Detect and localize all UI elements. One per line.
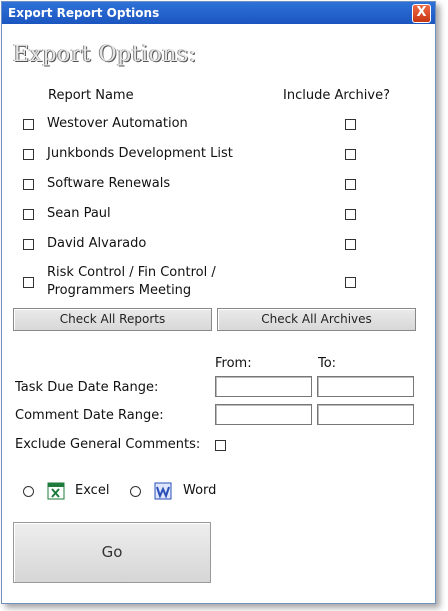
task-due-from-input[interactable]	[215, 376, 312, 397]
from-column-label: From:	[215, 356, 252, 371]
archive-checkbox-risk-control-meeting[interactable]	[345, 277, 356, 288]
archive-checkbox-software-renewals[interactable]	[345, 179, 356, 190]
archive-checkbox-westover-automation[interactable]	[345, 119, 356, 130]
include-archive-column-header: Include Archive?	[283, 88, 390, 103]
excel-label: Excel	[75, 483, 110, 498]
archive-checkbox-david-alvarado[interactable]	[345, 239, 356, 250]
report-checkbox-junkbonds-development-list[interactable]	[23, 149, 34, 160]
excel-radio[interactable]	[23, 486, 34, 497]
report-label: Risk Control / Fin Control / Programmers…	[47, 265, 216, 298]
export-report-options-window: Export Report Options X Export Options: …	[1, 1, 436, 604]
exclude-general-comments-label: Exclude General Comments:	[15, 437, 201, 452]
close-button[interactable]: X	[412, 4, 431, 23]
comment-to-input[interactable]	[317, 404, 414, 425]
word-icon	[154, 482, 172, 500]
task-due-to-input[interactable]	[317, 376, 414, 397]
export-options-heading: Export Options:	[13, 42, 197, 67]
word-label: Word	[183, 483, 217, 498]
title-bar: Export Report Options X	[2, 2, 435, 24]
go-button[interactable]: Go	[13, 522, 211, 583]
report-label: Software Renewals	[47, 176, 171, 191]
report-checkbox-software-renewals[interactable]	[23, 179, 34, 190]
window-title: Export Report Options	[8, 6, 160, 20]
comment-from-input[interactable]	[215, 404, 312, 425]
report-checkbox-david-alvarado[interactable]	[23, 239, 34, 250]
word-radio[interactable]	[130, 486, 141, 497]
report-checkbox-risk-control-meeting[interactable]	[23, 277, 34, 288]
excel-icon	[47, 482, 65, 500]
archive-checkbox-junkbonds-development-list[interactable]	[345, 149, 356, 160]
report-label: Sean Paul	[47, 206, 111, 221]
exclude-general-comments-checkbox[interactable]	[215, 440, 226, 451]
report-name-column-header: Report Name	[48, 88, 134, 103]
comment-date-range-label: Comment Date Range:	[15, 408, 164, 423]
check-all-archives-button[interactable]: Check All Archives	[217, 308, 416, 331]
report-checkbox-westover-automation[interactable]	[23, 119, 34, 130]
check-all-reports-button[interactable]: Check All Reports	[13, 308, 212, 331]
report-label: Westover Automation	[47, 116, 188, 131]
report-label: Junkbonds Development List	[47, 146, 233, 161]
report-label: David Alvarado	[47, 236, 147, 251]
archive-checkbox-sean-paul[interactable]	[345, 209, 356, 220]
to-column-label: To:	[318, 356, 337, 371]
report-checkbox-sean-paul[interactable]	[23, 209, 34, 220]
task-due-date-range-label: Task Due Date Range:	[15, 380, 159, 395]
